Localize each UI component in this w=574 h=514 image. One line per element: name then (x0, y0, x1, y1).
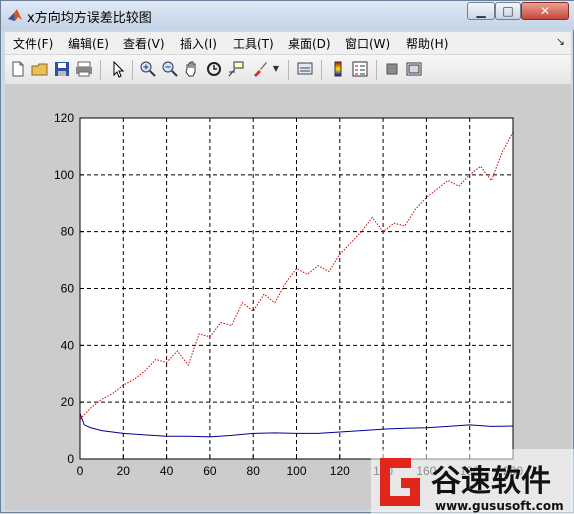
menu-view[interactable]: 查看(V) (123, 35, 165, 52)
menu-bar: 文件(F) 编辑(E) 查看(V) 插入(I) 工具(T) 桌面(D) 窗口(W… (5, 32, 571, 55)
x-tick-label: 60 (203, 464, 217, 478)
brush-dropdown-icon[interactable]: ▼ (271, 60, 281, 78)
pan-icon[interactable] (183, 60, 201, 78)
brush-icon[interactable] (251, 60, 269, 78)
close-icon: ✕ (539, 4, 551, 18)
legend-icon[interactable] (351, 60, 369, 78)
new-icon[interactable] (9, 60, 27, 78)
save-icon[interactable] (53, 60, 71, 78)
x-tick-label: 40 (160, 464, 174, 478)
watermark-logo: 谷速软件 www.gususoft.com (371, 449, 574, 514)
x-tick-label: 0 (77, 464, 84, 478)
menu-desktop[interactable]: 桌面(D) (288, 35, 331, 52)
colorbar-icon[interactable] (329, 60, 347, 78)
open-icon[interactable] (31, 60, 49, 78)
x-tick-label: 100 (286, 464, 306, 478)
matlab-icon (8, 9, 22, 21)
y-tick-label: 100 (54, 168, 74, 182)
plot-area[interactable]: 020406080100120140160180200 020406080100… (5, 85, 571, 510)
minimize-icon: ▁ (476, 4, 486, 18)
show-plot-tools-icon[interactable] (405, 60, 423, 78)
figure-canvas: 020406080100120140160180200 020406080100… (5, 85, 571, 510)
data-cursor-icon[interactable] (227, 60, 245, 78)
y-tick-label: 0 (67, 452, 74, 466)
x-tick-label: 120 (330, 464, 350, 478)
menu-window[interactable]: 窗口(W) (345, 35, 390, 52)
window-title: x方向均方误差比较图 (27, 11, 152, 26)
y-tick-label: 20 (61, 395, 75, 409)
rotate-icon[interactable] (205, 60, 223, 78)
menu-overflow-icon[interactable]: ↘ (556, 35, 565, 48)
watermark-url: www.gususoft.com (435, 499, 564, 513)
x-tick-label: 80 (247, 464, 261, 478)
zoom-in-icon[interactable] (139, 60, 157, 78)
zoom-out-icon[interactable] (161, 60, 179, 78)
watermark-brand: 谷速软件 (431, 464, 551, 499)
x-tick-label: 20 (117, 464, 131, 478)
y-tick-label: 120 (54, 111, 74, 125)
figure-window: x方向均方误差比较图 ▁ □ ✕ 文件(F) 编辑(E) 查看(V) 插入(I)… (0, 0, 574, 514)
menu-insert[interactable]: 插入(I) (180, 35, 217, 52)
menu-edit[interactable]: 编辑(E) (68, 35, 109, 52)
figure-toolbar: ▼ (5, 55, 571, 85)
toolbar-separator (376, 60, 377, 80)
toolbar-separator (132, 60, 133, 80)
maximize-icon: □ (502, 4, 514, 18)
title-bar[interactable]: x方向均方误差比较图 ▁ □ ✕ (1, 1, 574, 30)
pointer-icon[interactable] (109, 60, 127, 78)
maximize-button[interactable]: □ (495, 2, 521, 20)
y-tick-label: 60 (61, 282, 75, 296)
y-tick-label: 40 (61, 338, 75, 352)
y-axis: 0 20 40 60 80 100 120 (54, 111, 84, 466)
close-button[interactable]: ✕ (521, 2, 569, 20)
menu-help[interactable]: 帮助(H) (406, 35, 448, 52)
toolbar-separator (288, 60, 289, 80)
menu-tools[interactable]: 工具(T) (233, 35, 274, 52)
menu-file[interactable]: 文件(F) (13, 35, 53, 52)
toolbar-separator (321, 60, 322, 80)
print-icon[interactable] (75, 60, 93, 78)
link-icon[interactable] (296, 60, 314, 78)
hide-plot-tools-icon[interactable] (383, 60, 401, 78)
minimize-button[interactable]: ▁ (467, 2, 495, 20)
y-tick-label: 80 (61, 225, 75, 239)
toolbar-separator (100, 60, 101, 80)
